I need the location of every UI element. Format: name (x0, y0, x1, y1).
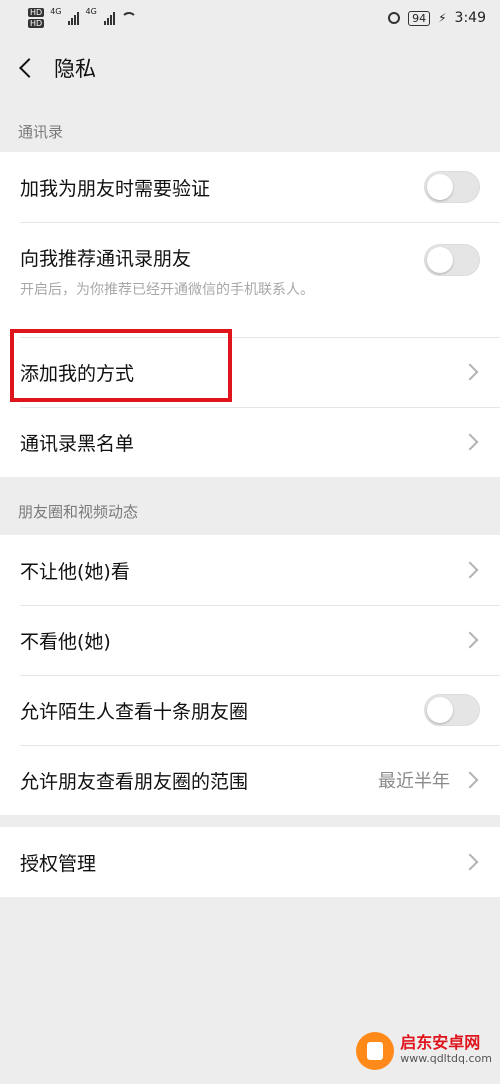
signal-icon-2 (103, 11, 115, 25)
alarm-icon (388, 12, 401, 24)
charging-icon: ⚡ (438, 11, 447, 25)
hd-label-1: HD (28, 8, 45, 17)
strangers-view-label: 允许陌生人查看十条朋友圈 (20, 700, 249, 723)
back-icon[interactable] (19, 58, 39, 78)
auth-manage-row[interactable]: 授权管理 (0, 827, 500, 897)
add-methods-label: 添加我的方式 (20, 362, 135, 385)
auth-manage-label: 授权管理 (20, 852, 97, 875)
watermark-logo-icon (356, 1032, 395, 1070)
moments-range-right: 最近半年 (378, 767, 480, 793)
network-label-1: 4G (50, 7, 62, 16)
chevron-right-icon (461, 853, 479, 871)
moments-range-label: 允许朋友查看朋友圈的范围 (20, 770, 249, 793)
dont-see-row[interactable]: 不看他(她) (0, 605, 500, 675)
strangers-view-toggle[interactable] (424, 694, 480, 726)
recommend-contacts-toggle[interactable] (424, 244, 480, 276)
section-header-moments: 朋友圈和视频动态 (18, 502, 139, 521)
clock: 3:49 (454, 10, 486, 26)
moments-group: 不让他(她)看 不看他(她) 允许陌生人查看十条朋友圈 允许朋友查看朋友圈的范围… (0, 535, 500, 815)
wifi-icon (120, 12, 137, 24)
status-right: 94 ⚡ 3:49 (388, 10, 486, 26)
auth-group: 授权管理 (0, 827, 500, 897)
watermark-text: 启东安卓网 www.qdltdq.com (400, 1035, 492, 1067)
signal-icon (68, 11, 80, 25)
blacklist-row[interactable]: 通讯录黑名单 (0, 407, 500, 477)
network-label-2: 4G (85, 7, 97, 16)
recommend-contacts-label: 向我推荐通讯录朋友 (20, 248, 192, 270)
verify-friend-label: 加我为朋友时需要验证 (20, 177, 211, 200)
status-left: HD HD 4G 4G (28, 7, 137, 29)
chevron-right-icon (461, 363, 479, 381)
watermark: 启东安卓网 www.qdltdq.com (356, 1032, 492, 1070)
chevron-right-icon (461, 433, 479, 451)
dont-see-label: 不看他(她) (20, 630, 111, 653)
toggle-knob (427, 697, 453, 723)
moments-range-value: 最近半年 (378, 771, 450, 792)
strangers-view-row[interactable]: 允许陌生人查看十条朋友圈 (0, 675, 500, 745)
hide-from-row[interactable]: 不让他(她)看 (0, 535, 500, 605)
contacts-group: 加我为朋友时需要验证 向我推荐通讯录朋友 开启后，为你推荐已经开通微信的手机联系… (0, 152, 500, 477)
toggle-knob (427, 247, 453, 273)
chevron-right-icon (461, 771, 479, 789)
recommend-contacts-row[interactable]: 向我推荐通讯录朋友 开启后，为你推荐已经开通微信的手机联系人。 (0, 222, 500, 337)
status-bar: HD HD 4G 4G 94 ⚡ 3:49 (0, 0, 500, 36)
blacklist-label: 通讯录黑名单 (20, 432, 135, 455)
watermark-name: 启东安卓网 (400, 1033, 481, 1052)
toggle-knob (427, 174, 453, 200)
chevron-right-icon (461, 561, 479, 579)
add-methods-row[interactable]: 添加我的方式 (0, 337, 500, 407)
recommend-text-block: 向我推荐通讯录朋友 开启后，为你推荐已经开通微信的手机联系人。 (20, 244, 314, 299)
battery-icon: 94 (408, 10, 431, 26)
chevron-right-icon (461, 631, 479, 649)
hide-from-label: 不让他(她)看 (20, 560, 130, 583)
watermark-url: www.qdltdq.com (400, 1052, 492, 1065)
moments-range-row[interactable]: 允许朋友查看朋友圈的范围 最近半年 (0, 745, 500, 815)
nav-bar: 隐私 (0, 36, 500, 100)
recommend-contacts-desc: 开启后，为你推荐已经开通微信的手机联系人。 (20, 282, 314, 298)
section-header-contacts: 通讯录 (18, 122, 64, 141)
page-title: 隐私 (54, 57, 96, 81)
verify-friend-toggle[interactable] (424, 171, 480, 203)
verify-friend-row[interactable]: 加我为朋友时需要验证 (0, 152, 500, 222)
hd-label-2: HD (28, 19, 45, 28)
hd-icon: HD HD (28, 7, 45, 29)
